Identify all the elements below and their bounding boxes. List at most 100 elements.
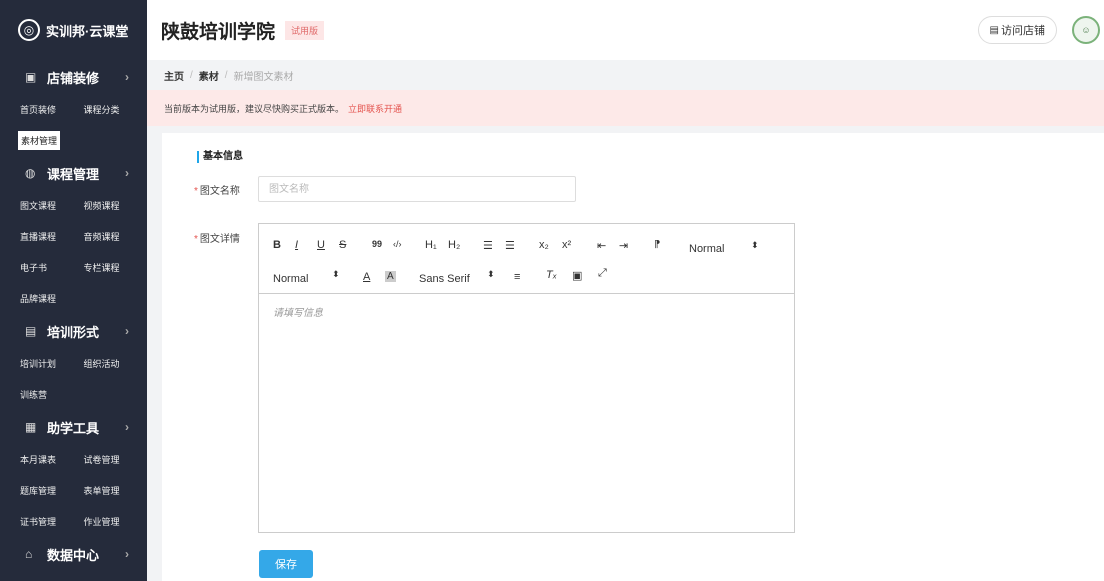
sidebar-row: 培训计划 组织活动 (0, 348, 147, 379)
header-select[interactable]: Normal (689, 243, 724, 255)
sidebar-section-助学工具[interactable]: ▦ 助学工具 › (0, 410, 147, 444)
sidebar-item-品牌课程[interactable]: 品牌课程 (20, 292, 94, 305)
sidebar-item-图文课程[interactable]: 图文课程 (20, 199, 84, 212)
sidebar-item-直播课程[interactable]: 直播课程 (20, 230, 84, 243)
sidebar-row: 素材管理 (0, 125, 147, 156)
sidebar-item-试卷管理[interactable]: 试卷管理 (84, 453, 148, 466)
trial-badge: 试用版 (285, 20, 325, 40)
logo-text: 实训邦·云课堂 (46, 23, 129, 39)
sidebar-row: 本月课表 试卷管理 (0, 444, 147, 475)
chevron-right-icon: › (125, 547, 129, 561)
sidebar-item-素材管理[interactable]: 素材管理 (18, 131, 61, 150)
required-mark: * (194, 186, 198, 197)
page-brand: 陕鼓培训学院 (161, 21, 276, 43)
sidebar-item-电子书[interactable]: 电子书 (20, 261, 84, 274)
breadcrumb-home[interactable]: 主页 (164, 68, 184, 83)
chevron-right-icon: › (125, 324, 129, 338)
logo[interactable]: ◎ 实训邦·云课堂 (0, 0, 147, 60)
main-area: 基本信息 *图文名称 *图文详情 B I U S 99 ‹/› H₁ H₂ ☰ … (147, 126, 1104, 581)
sidebar-item-组织活动[interactable]: 组织活动 (84, 357, 148, 370)
contact-link[interactable]: 立即联系开通 (348, 102, 402, 115)
sidebar-section-label: 助学工具 (47, 420, 100, 436)
superscript-button[interactable]: x² (562, 239, 571, 251)
avatar[interactable]: ☺ (1072, 16, 1100, 44)
size-select-value: Normal (273, 273, 309, 285)
sidebar-item-培训计划[interactable]: 培训计划 (20, 357, 84, 370)
indent-button[interactable]: ⇥ (619, 239, 628, 252)
breadcrumb-current: 新增图文素材 (233, 71, 294, 83)
sidebar-row: 品牌课程 (0, 283, 147, 314)
code-button[interactable]: ‹/› (393, 239, 402, 249)
sidebar-section-店铺装修[interactable]: ▣ 店铺装修 › (0, 60, 147, 94)
sidebar-section-label: 数据中心 (47, 547, 100, 563)
store-icon: ▣ (25, 70, 37, 84)
sidebar-section-label: 培训形式 (47, 324, 100, 340)
visit-store-label: 访问店铺 (1001, 25, 1045, 37)
italic-button[interactable]: I (295, 239, 298, 251)
sidebar-row: 课程分析学习分析 (0, 571, 147, 581)
sidebar-item-课程分类[interactable]: 课程分类 (84, 103, 148, 116)
image-button[interactable]: ▣ (572, 269, 582, 282)
chevron-right-icon: › (125, 166, 129, 180)
required-mark: * (194, 234, 198, 245)
data-icon: ⌂ (25, 547, 33, 561)
sidebar: ◎ 实训邦·云课堂 ▣ 店铺装修 › 首页装修 课程分类 素材管理 ◍ 课程管理 › 图文课程 视频… (0, 0, 147, 581)
font-color-button[interactable]: A (363, 271, 370, 283)
quote-button[interactable]: 99 (372, 239, 382, 249)
sidebar-section-label: 课程管理 (47, 166, 100, 182)
sidebar-item-题库管理[interactable]: 题库管理 (20, 484, 84, 497)
sidebar-row: 证书管理 作业管理 (0, 506, 147, 537)
top-header: 陕鼓培训学院 试用版 ▤ 访问店铺 ☺ (147, 0, 1104, 61)
sidebar-row: 首页装修 课程分类 (0, 94, 147, 125)
sidebar-row: 题库管理 表单管理 (0, 475, 147, 506)
sidebar-section-label: 店铺装修 (47, 70, 100, 86)
form-card: 基本信息 *图文名称 *图文详情 B I U S 99 ‹/› H₁ H₂ ☰ … (162, 133, 1104, 581)
background-color-button[interactable]: A (385, 271, 396, 282)
h1-button[interactable]: H₁ (425, 239, 437, 251)
font-select[interactable]: Sans Serif (419, 273, 470, 285)
visit-store-button[interactable]: ▤ 访问店铺 (977, 16, 1057, 44)
title-input[interactable] (258, 176, 576, 202)
align-button[interactable]: ≡ (514, 271, 520, 283)
sidebar-item-训练营[interactable]: 训练营 (20, 388, 94, 401)
sidebar-item-视频课程[interactable]: 视频课程 (84, 199, 148, 212)
sidebar-item-证书管理[interactable]: 证书管理 (20, 515, 84, 528)
sidebar-row: 直播课程 音频课程 (0, 221, 147, 252)
font-select-value: Sans Serif (419, 273, 470, 285)
save-button[interactable]: 保存 (259, 550, 313, 578)
detail-label-text: 图文详情 (199, 234, 240, 245)
subscript-button[interactable]: x₂ (539, 239, 549, 251)
sidebar-item-音频课程[interactable]: 音频课程 (84, 230, 148, 243)
sidebar-nav: ▣ 店铺装修 › 首页装修 课程分类 素材管理 ◍ 课程管理 › 图文课程 视频课程 直播课程 音频课程… (0, 60, 147, 581)
sidebar-item-首页装修[interactable]: 首页装修 (20, 103, 84, 116)
outdent-button[interactable]: ⇤ (597, 239, 606, 252)
h2-button[interactable]: H₂ (448, 239, 460, 251)
sidebar-item-表单管理[interactable]: 表单管理 (84, 484, 148, 497)
bold-button[interactable]: B (273, 239, 281, 251)
sidebar-section-数据中心[interactable]: ⌂ 数据中心 › (0, 537, 147, 571)
size-select[interactable]: Normal (273, 273, 308, 285)
breadcrumb-separator: / (190, 69, 193, 81)
sidebar-row: 电子书 专栏课程 (0, 252, 147, 283)
editor-content[interactable]: 请填写信息 (259, 294, 794, 329)
clean-format-button[interactable]: Tₓ (546, 269, 557, 281)
fullscreen-button[interactable]: ⤢ (598, 267, 607, 280)
sidebar-section-课程管理[interactable]: ◍ 课程管理 › (0, 156, 147, 190)
rtl-button[interactable]: ⁋ (654, 239, 660, 250)
store-icon: ▤ (989, 24, 999, 36)
rich-text-editor: B I U S 99 ‹/› H₁ H₂ ☰ ☰ x₂ x² ⇤ ⇥ ⁋ Nor… (258, 223, 795, 533)
notice-text: 当前版本为试用版，建议尽快购买正式版本。 (164, 103, 345, 114)
breadcrumb-material[interactable]: 素材 (199, 68, 219, 83)
editor-placeholder: 请填写信息 (273, 308, 323, 319)
name-label-text: 图文名称 (199, 186, 240, 197)
grid-icon: ▦ (25, 420, 37, 434)
ordered-list-button[interactable]: ☰ (483, 239, 493, 252)
strike-button[interactable]: S (339, 239, 346, 251)
sidebar-item-本月课表[interactable]: 本月课表 (20, 453, 84, 466)
chevron-updown-icon: ⬍ (751, 240, 759, 250)
sidebar-section-培训形式[interactable]: ▤ 培训形式 › (0, 314, 147, 348)
underline-button[interactable]: U (317, 239, 325, 251)
bullet-list-button[interactable]: ☰ (505, 239, 515, 252)
sidebar-item-作业管理[interactable]: 作业管理 (84, 515, 148, 528)
sidebar-item-专栏课程[interactable]: 专栏课程 (84, 261, 148, 274)
